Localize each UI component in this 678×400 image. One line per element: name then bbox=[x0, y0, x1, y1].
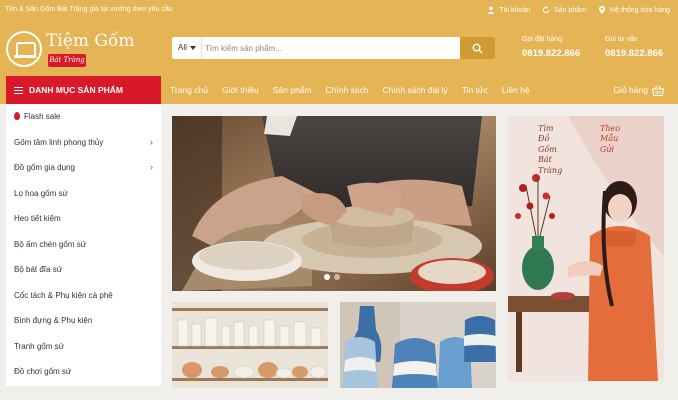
sidebar-item-label: Tranh gốm sứ bbox=[14, 341, 64, 351]
sidebar-item-label: Bình đựng & Phụ kiện bbox=[14, 316, 93, 325]
flame-icon bbox=[14, 112, 20, 120]
sidebar-item-label: Bộ ấm chén gốm sứ bbox=[14, 239, 87, 249]
slider-dots bbox=[324, 274, 340, 280]
pottery-wheel-image bbox=[172, 116, 496, 291]
order-hotline-label: Gọi đặt hàng bbox=[522, 36, 563, 43]
calligraphy-word: Tràng bbox=[538, 165, 563, 175]
nav-item-agent-policy[interactable]: Chính sách đại lý bbox=[382, 76, 447, 104]
category-menu-button[interactable]: DANH MỤC SẢN PHẨM bbox=[6, 76, 161, 104]
calligraphy-word: Đồ bbox=[538, 134, 550, 144]
chevron-right-icon: › bbox=[150, 162, 153, 172]
calligraphy-word: Gửi bbox=[600, 144, 615, 154]
calligraphy-word: Mẫu bbox=[600, 134, 619, 144]
nav-item-policy[interactable]: Chính sách bbox=[325, 76, 368, 104]
refresh-icon bbox=[542, 6, 550, 14]
sidebar-item-label: Flash sale bbox=[24, 112, 61, 121]
calligraphy-word: Bát bbox=[538, 155, 552, 165]
basket-icon bbox=[652, 85, 664, 96]
sidebar-item-label: Đồ gốm gia dụng bbox=[14, 163, 75, 172]
logo[interactable]: Tiệm Gốm Bát Tràng bbox=[6, 28, 136, 70]
header: Tiệm Gốm Bát Tràng All Gọi đặt hàng 0819… bbox=[0, 22, 678, 76]
sidebar-item-label: Heo tiết kiệm bbox=[14, 214, 61, 223]
sidebar-item-label: Đồ chơi gốm sứ bbox=[14, 367, 72, 376]
products-link-label: Sản phẩm bbox=[554, 6, 587, 14]
sidebar-item-cups[interactable]: Cốc tách & Phụ kiện cà phê bbox=[6, 283, 161, 309]
sidebar-item-label: Lọ hoa gốm sứ bbox=[14, 188, 68, 198]
location-pin-icon bbox=[599, 6, 606, 14]
stores-link-label: Hệ thống cửa hàng bbox=[610, 6, 670, 14]
nav-item-news[interactable]: Tin tức bbox=[462, 76, 488, 104]
nav-menu: Trang chủ Giới thiệu Sản phẩm Chính sách… bbox=[170, 76, 530, 104]
main-nav: DANH MỤC SẢN PHẨM Trang chủ Giới thiệu S… bbox=[0, 76, 678, 104]
sidebar-item-flash-sale[interactable]: Flash sale bbox=[6, 104, 161, 130]
hamburger-icon bbox=[14, 87, 23, 94]
sidebar-item-toys[interactable]: Đồ chơi gốm sứ bbox=[6, 359, 161, 385]
cart-button[interactable]: Giỏ hàng bbox=[613, 76, 664, 104]
chevron-right-icon: › bbox=[150, 136, 153, 147]
search-button[interactable] bbox=[460, 37, 495, 59]
cart-label: Giỏ hàng bbox=[613, 85, 649, 95]
nav-item-about[interactable]: Giới thiệu bbox=[222, 76, 259, 104]
logo-sub: Bát Tràng bbox=[48, 54, 86, 67]
sidebar-item-vases[interactable]: Lọ hoa gốm sứ bbox=[6, 181, 161, 207]
order-hotline-number: 0819.822.866 bbox=[522, 48, 581, 59]
logo-mark-icon bbox=[6, 31, 42, 67]
side-banner[interactable]: Tìm Đồ Gốm Bát Tràng Theo Mẫu Gửi bbox=[508, 116, 664, 381]
order-hotline[interactable]: Gọi đặt hàng 0819.822.866 bbox=[522, 36, 580, 59]
stores-link[interactable]: Hệ thống cửa hàng bbox=[598, 6, 670, 14]
banner-calligraphy-right: Theo Mẫu Gửi bbox=[600, 124, 620, 155]
account-link[interactable]: Tài khoản bbox=[487, 6, 530, 14]
calligraphy-word: Theo bbox=[600, 124, 621, 133]
sidebar-item-paintings[interactable]: Tranh gốm sứ bbox=[6, 334, 161, 360]
logo-name: Tiệm Gốm bbox=[46, 31, 135, 51]
top-links: Tài khoản Sản phẩm Hệ thống cửa hàng bbox=[487, 6, 670, 14]
top-bar: Tìm & Sản Gốm Bát Tràng giá tại xưởng th… bbox=[0, 0, 678, 22]
nav-item-products[interactable]: Sản phẩm bbox=[273, 76, 312, 104]
blue-vase-banner[interactable] bbox=[340, 302, 496, 388]
sidebar-item-dinnerware[interactable]: Bộ bát đĩa sứ bbox=[6, 257, 161, 283]
calligraphy-word: Gốm bbox=[538, 144, 557, 154]
nav-item-contact[interactable]: Liên hệ bbox=[502, 76, 530, 104]
category-menu-label: DANH MỤC SẢN PHẨM bbox=[29, 85, 123, 95]
user-icon bbox=[488, 6, 495, 14]
search-category-select[interactable]: All bbox=[172, 37, 202, 59]
nav-item-home[interactable]: Trang chủ bbox=[170, 76, 208, 104]
calligraphy-word: Tìm bbox=[538, 124, 554, 133]
sidebar-item-piggy-bank[interactable]: Heo tiết kiệm bbox=[6, 206, 161, 232]
search-bar: All bbox=[172, 37, 495, 59]
ceramic-shelf-image bbox=[172, 302, 328, 388]
main-banner-slider[interactable] bbox=[172, 116, 496, 291]
slider-dot[interactable] bbox=[324, 274, 330, 280]
sidebar-item-label: Gốm tâm linh phong thủy bbox=[14, 137, 104, 147]
sidebar-item-tea-sets[interactable]: Bộ ấm chén gốm sứ bbox=[6, 232, 161, 258]
banner-calligraphy-left: Tìm Đồ Gốm Bát Tràng bbox=[538, 124, 562, 176]
advice-hotline-number: 0819.822.866 bbox=[605, 48, 664, 59]
tagline: Tìm & Sản Gốm Bát Tràng giá tại xưởng th… bbox=[5, 6, 173, 13]
advice-hotline[interactable]: Gọi tư vấn 0819.822.866 bbox=[605, 36, 663, 59]
account-link-label: Tài khoản bbox=[499, 6, 531, 14]
sidebar-item-jars[interactable]: Bình đựng & Phụ kiện bbox=[6, 308, 161, 334]
sidebar-item-household[interactable]: Đồ gốm gia dụng › bbox=[6, 155, 161, 181]
ceramic-shelf-banner[interactable] bbox=[172, 302, 328, 388]
search-input[interactable] bbox=[205, 37, 455, 59]
blue-vase-image bbox=[340, 302, 496, 388]
products-link[interactable]: Sản phẩm bbox=[542, 6, 586, 14]
model-with-vase-image bbox=[508, 116, 664, 381]
sidebar-item-label: Bộ bát đĩa sứ bbox=[14, 265, 63, 274]
category-sidebar: Flash sale Gốm tâm linh phong thủy › Đồ g… bbox=[6, 104, 161, 386]
search-icon bbox=[472, 43, 483, 54]
advice-hotline-label: Gọi tư vấn bbox=[605, 36, 638, 43]
slider-dot[interactable] bbox=[334, 274, 340, 280]
sidebar-item-spiritual[interactable]: Gốm tâm linh phong thủy › bbox=[6, 130, 161, 156]
sidebar-item-label: Cốc tách & Phụ kiện cà phê bbox=[14, 290, 113, 300]
